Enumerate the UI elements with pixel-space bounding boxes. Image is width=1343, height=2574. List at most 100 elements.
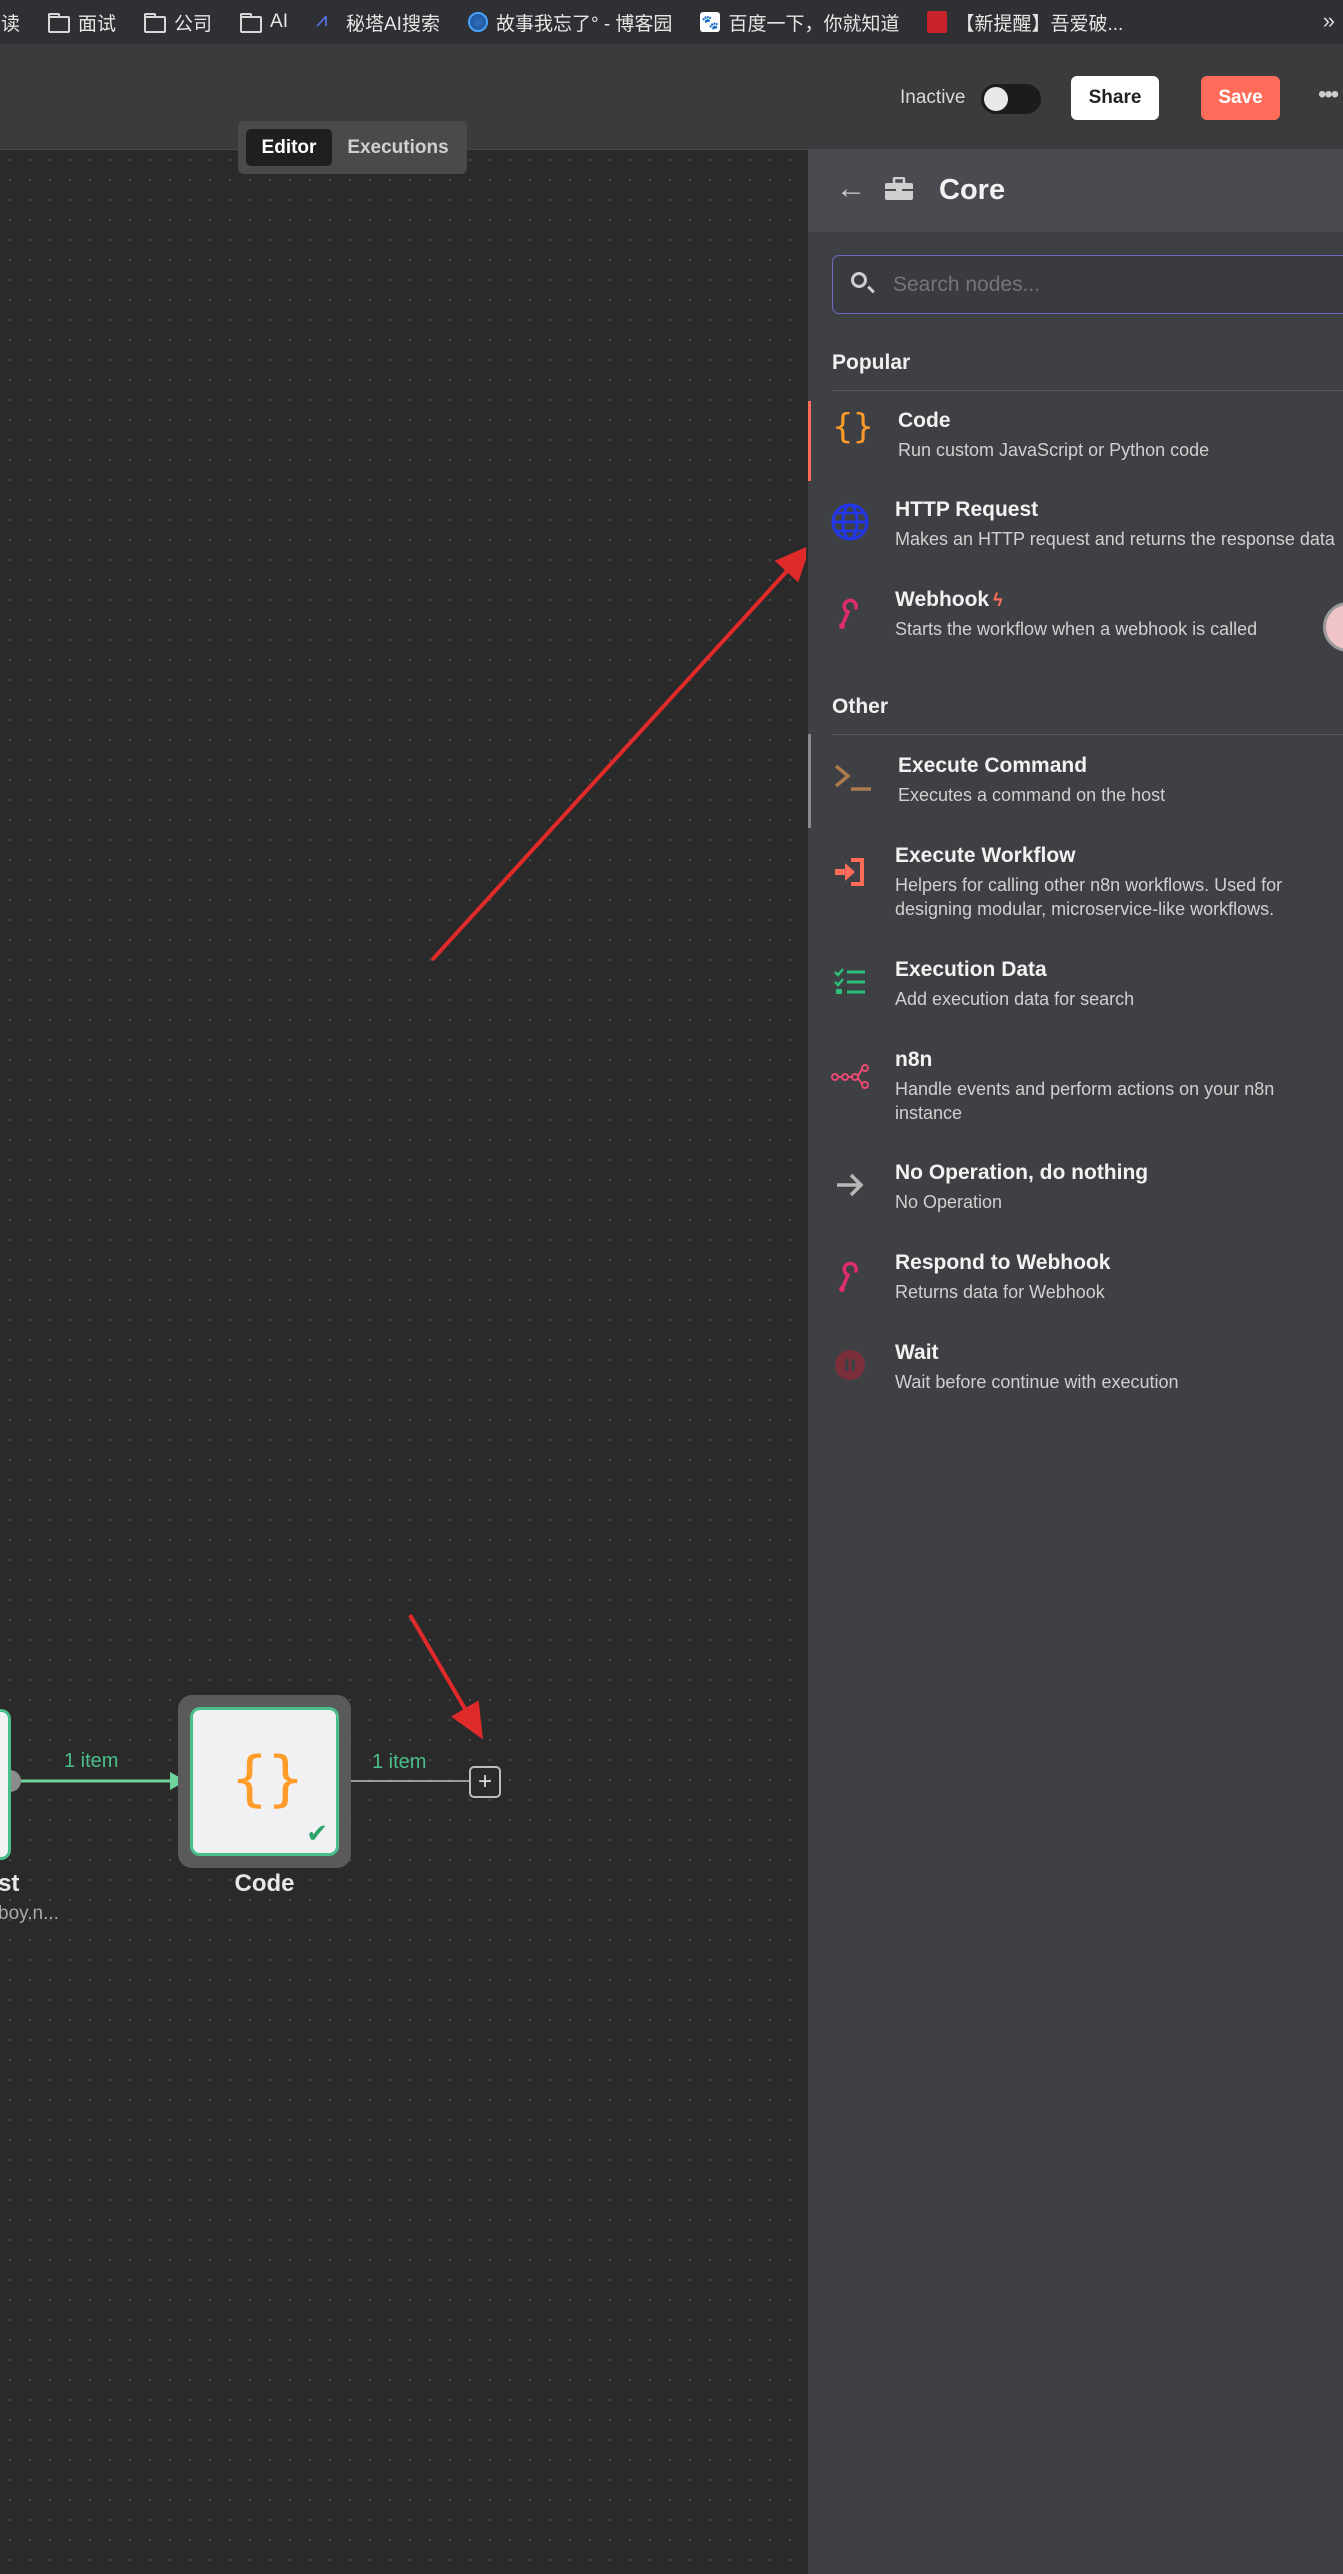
folder-icon (144, 12, 167, 33)
workflow-canvas[interactable] (0, 150, 806, 2574)
node-description: Handle events and perform actions on you… (895, 1079, 1275, 1123)
node-item-wait[interactable]: Wait Wait before continue with execution (808, 1341, 1343, 1411)
code-braces-icon: {} (832, 407, 874, 447)
bookmark-ai[interactable]: AI (240, 11, 288, 33)
section-popular-title: Popular (832, 351, 911, 374)
node-name: Wait (895, 1341, 939, 1364)
search-nodes-input[interactable] (891, 256, 1343, 314)
bookmarks-bar: 阅读 面试 公司 AI 秘塔AI搜索 故事我忘了° - 博客园 🐾 百度一下，你就… (0, 0, 1343, 45)
bookmark-label: 【新提醒】吾爱破... (955, 13, 1124, 35)
baidu-icon: 🐾 (700, 12, 721, 32)
cnblogs-icon (467, 12, 488, 32)
node-creator-panel: ← Core Popular {} Code Run custom JavaSc… (806, 150, 1343, 2574)
toolbox-icon (885, 177, 913, 200)
node-description: No Operation (895, 1192, 1003, 1212)
code-node-body[interactable]: {} ✔ (190, 1707, 339, 1856)
node-item-execute-workflow[interactable]: Execute Workflow Helpers for calling oth… (808, 844, 1343, 940)
n8n-logo-icon (830, 1056, 870, 1096)
bookmark-baidu[interactable]: 🐾 百度一下，你就知道 (700, 9, 899, 36)
code-node-label: Code (234, 1870, 295, 1897)
tab-editor[interactable]: Editor (246, 129, 332, 166)
panel-title: Core (939, 174, 1006, 206)
node-description: Run custom JavaScript or Python code (898, 440, 1210, 460)
success-check-icon: ✔ (306, 1818, 328, 1848)
trigger-bolt-icon: ϟ (993, 590, 1003, 610)
active-toggle[interactable] (981, 84, 1041, 114)
view-tabs: Editor Executions (238, 121, 467, 174)
node-name: n8n (895, 1048, 933, 1071)
search-box[interactable] (832, 255, 1343, 314)
bookmark-label: 百度一下，你就知道 (728, 13, 900, 35)
node-name: Code (898, 409, 951, 432)
bookmark-label: 故事我忘了° - 博客园 (495, 13, 673, 35)
toggle-knob (984, 87, 1008, 111)
search-icon (851, 272, 867, 288)
node-name: Execute Workflow (895, 844, 1076, 867)
code-braces-icon: {} (231, 1744, 304, 1814)
bookmark-label: 阅读 (0, 13, 21, 35)
node-item-no-operation[interactable]: No Operation, do nothing No Operation (808, 1161, 1343, 1231)
workflow-header: Inactive Share Save ••• (0, 45, 1343, 150)
bookmark-label: 面试 (78, 13, 117, 35)
folder-icon (48, 12, 71, 33)
bookmark-reading[interactable]: 阅读 (0, 9, 20, 36)
bookmarks-overflow-button[interactable]: » (1323, 8, 1335, 34)
node-name: HTTP Request (895, 498, 1039, 521)
section-divider (832, 390, 1343, 391)
node-description: Add execution data for search (895, 989, 1135, 1009)
webhook-icon (830, 1255, 870, 1295)
node-name: Webhook ϟ (895, 588, 1003, 612)
bookmark-52pojie[interactable]: 【新提醒】吾爱破... (927, 9, 1123, 36)
arrow-right-icon (830, 1165, 870, 1205)
node-name: Execution Data (895, 958, 1047, 981)
code-node[interactable]: {} ✔ (178, 1695, 351, 1868)
node-item-respond-to-webhook[interactable]: Respond to Webhook Returns data for Webh… (808, 1251, 1343, 1321)
http-request-node[interactable] (0, 1709, 11, 1860)
bookmark-label: 秘塔AI搜索 (346, 13, 440, 35)
sign-in-icon (830, 852, 870, 892)
node-item-code[interactable]: {} Code Run custom JavaScript or Python … (808, 401, 1343, 481)
node-item-n8n[interactable]: n8n Handle events and perform actions on… (808, 1048, 1343, 1144)
node-name: Respond to Webhook (895, 1251, 1111, 1274)
node-description: Returns data for Webhook (895, 1282, 1105, 1302)
left-node-sublabel: boy.n... (0, 1903, 59, 1924)
bookmark-label: 公司 (174, 13, 213, 35)
node-item-http-request[interactable]: HTTP Request Makes an HTTP request and r… (808, 498, 1343, 568)
tasks-icon (830, 962, 870, 1002)
pause-circle-icon (830, 1345, 870, 1385)
globe-icon (830, 502, 870, 542)
tab-executions[interactable]: Executions (338, 129, 458, 166)
bookmark-interview[interactable]: 面试 (48, 9, 116, 36)
back-arrow-icon[interactable]: ← (836, 172, 866, 206)
webhook-icon (830, 592, 870, 632)
bookmark-metaso[interactable]: 秘塔AI搜索 (316, 9, 440, 36)
node-item-execute-command[interactable]: Execute Command Executes a command on th… (808, 734, 1343, 828)
node-description: Makes an HTTP request and returns the re… (895, 529, 1335, 549)
folder-icon (240, 12, 263, 33)
connection-1-item-count: 1 item (64, 1750, 119, 1772)
panel-header: ← Core (808, 150, 1343, 232)
add-node-button[interactable]: + (469, 1766, 501, 1798)
connection-2-item-count: 1 item (372, 1751, 427, 1773)
node-description: Executes a command on the host (898, 785, 1166, 805)
node-name: Execute Command (898, 754, 1088, 777)
node-name: No Operation, do nothing (895, 1161, 1149, 1184)
share-button[interactable]: Share (1071, 76, 1159, 120)
52pojie-icon (927, 11, 948, 33)
node-description: Starts the workflow when a webhook is ca… (895, 619, 1258, 639)
active-status-label: Inactive (900, 87, 966, 108)
bookmark-company[interactable]: 公司 (144, 9, 212, 36)
bookmark-label: AI (270, 11, 288, 32)
node-description: Helpers for calling other n8n workflows.… (895, 875, 1283, 919)
metaso-icon (316, 9, 338, 32)
save-button[interactable]: Save (1201, 76, 1280, 120)
node-item-webhook[interactable]: Webhook ϟ Starts the workflow when a webh… (808, 588, 1343, 658)
node-item-execution-data[interactable]: Execution Data Add execution data for se… (808, 958, 1343, 1028)
left-node-label: st (0, 1870, 20, 1897)
bookmark-cnblogs[interactable]: 故事我忘了° - 博客园 (467, 9, 673, 36)
more-options-button[interactable]: ••• (1318, 81, 1339, 109)
node-name-text: Webhook (895, 588, 990, 611)
terminal-icon (833, 758, 873, 798)
section-other-title: Other (832, 695, 889, 718)
node-description: Wait before continue with execution (895, 1372, 1179, 1392)
